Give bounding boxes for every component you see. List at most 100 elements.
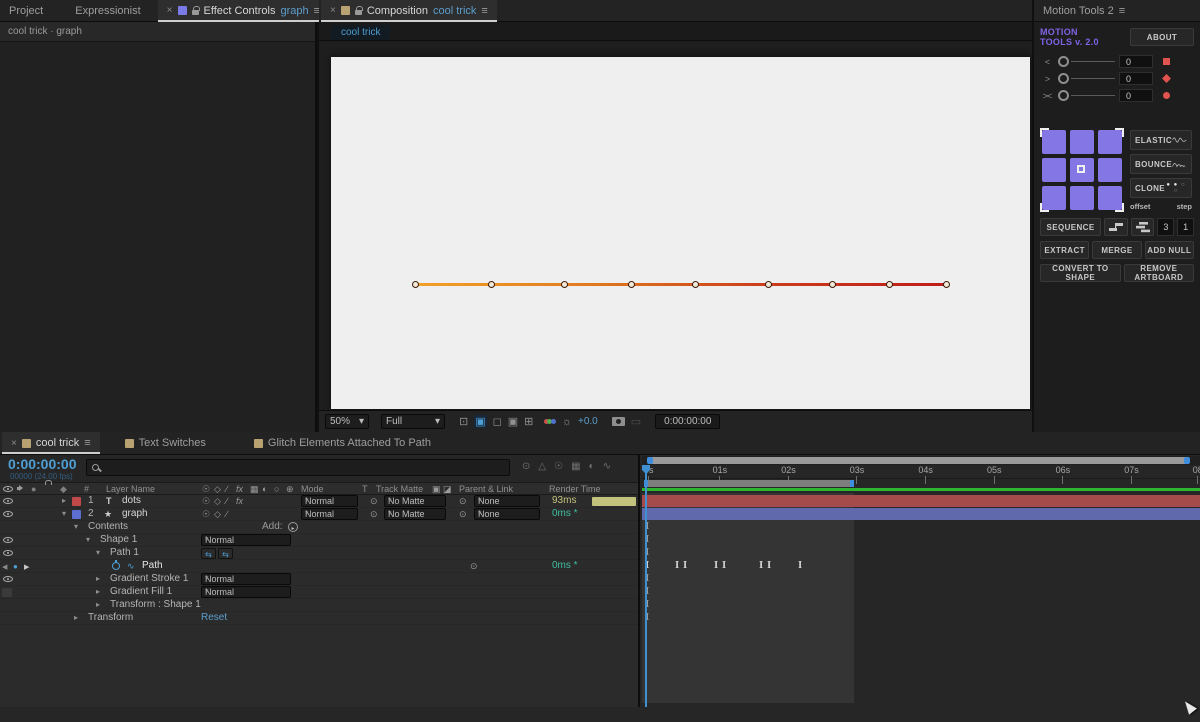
timeline-navigator[interactable] bbox=[642, 456, 1200, 465]
prop-row-transform[interactable]: ▸ Transform Reset bbox=[0, 612, 638, 625]
layer-name[interactable]: dots bbox=[122, 495, 141, 507]
prop-label[interactable]: Path 1 bbox=[110, 547, 139, 559]
path-vertex-dot[interactable] bbox=[412, 281, 419, 288]
parent-link-header[interactable]: Parent & Link bbox=[459, 484, 513, 494]
slider-knob[interactable] bbox=[1058, 56, 1069, 67]
diamond-indicator-icon[interactable] bbox=[1162, 74, 1171, 83]
path-vertex-dot[interactable] bbox=[943, 281, 950, 288]
twirl-icon[interactable]: ▸ bbox=[96, 586, 100, 598]
collapse-toggle[interactable]: ◇ bbox=[214, 495, 221, 507]
shy-toggle[interactable]: ☉ bbox=[202, 495, 210, 507]
prop-row-shape1[interactable]: ▾ Shape 1 Normal▾ bbox=[0, 534, 638, 547]
mini-flowchart-icon[interactable]: ⊙ bbox=[522, 461, 530, 472]
prop-label[interactable]: Contents bbox=[88, 521, 128, 533]
sequence-button[interactable]: SEQUENCE bbox=[1040, 218, 1101, 236]
snapshot-take-icon[interactable]: ⊡ bbox=[459, 415, 468, 428]
keyframe-icon[interactable]: I bbox=[722, 560, 726, 573]
tab-timeline-cool-trick[interactable]: × cool trick ≡ bbox=[2, 432, 100, 454]
layer-name-header[interactable]: Layer Name bbox=[106, 484, 155, 494]
slider-value-field[interactable]: 0 bbox=[1119, 55, 1153, 68]
twirl-icon[interactable]: ▸ bbox=[96, 599, 100, 611]
exposure-icon[interactable]: ☼ bbox=[562, 416, 572, 428]
shy-toggle[interactable]: ☉ bbox=[202, 508, 210, 520]
panel-menu-icon[interactable]: ≡ bbox=[481, 5, 487, 17]
prop-label[interactable]: Path bbox=[142, 560, 163, 572]
tab-project[interactable]: Project bbox=[0, 0, 52, 22]
snapshot-camera-icon[interactable] bbox=[612, 417, 625, 426]
offset-label[interactable]: offset bbox=[1130, 202, 1150, 211]
fx-toggle[interactable]: fx bbox=[236, 495, 243, 507]
anchor-grid-cell[interactable] bbox=[1042, 186, 1066, 210]
work-area-bar[interactable] bbox=[644, 480, 854, 487]
quality-toggle[interactable]: ∕ bbox=[226, 508, 228, 520]
prop-label[interactable]: Gradient Stroke 1 bbox=[110, 573, 188, 585]
resolution-select[interactable]: Full ▾ bbox=[381, 414, 445, 429]
current-timecode[interactable]: 0:00:00:00 bbox=[0, 457, 77, 472]
prop-row-path1[interactable]: ▾ Path 1 ⇆ ⇆ bbox=[0, 547, 638, 560]
parent-select[interactable]: None▾ bbox=[474, 495, 540, 507]
close-icon[interactable]: × bbox=[167, 5, 173, 16]
anchor-grid-cell[interactable] bbox=[1042, 130, 1066, 154]
pickwhip-icon[interactable]: ⊙ bbox=[370, 508, 378, 520]
channel-icon[interactable] bbox=[545, 419, 556, 424]
track-matte-select[interactable]: No Matte▾ bbox=[384, 508, 446, 520]
toggle-placeholder[interactable] bbox=[2, 588, 12, 597]
prop-row-gradient-fill[interactable]: ▸ Gradient Fill 1 Normal▾ bbox=[0, 586, 638, 599]
merge-button[interactable]: MERGE bbox=[1092, 241, 1141, 259]
clone-button[interactable]: CLONE ● ● ○ ○ bbox=[1130, 178, 1192, 198]
region-of-interest-icon[interactable]: ▣ bbox=[474, 415, 486, 428]
graph-editor-icon[interactable]: ∿ bbox=[603, 461, 611, 472]
anchor-grid-cell[interactable] bbox=[1098, 186, 1122, 210]
extract-button[interactable]: EXTRACT bbox=[1040, 241, 1089, 259]
path-vertex-dot[interactable] bbox=[829, 281, 836, 288]
keyframe-icon[interactable]: I bbox=[683, 560, 687, 573]
keyframe-icon[interactable]: I bbox=[798, 560, 802, 573]
track-matte-select[interactable]: No Matte▾ bbox=[384, 495, 446, 507]
path-vertex-dot[interactable] bbox=[692, 281, 699, 288]
prop-label[interactable]: Transform : Shape 1 bbox=[110, 599, 201, 611]
step-label[interactable]: step bbox=[1177, 202, 1192, 211]
path-vertex-dot[interactable] bbox=[886, 281, 893, 288]
anchor-grid-cell[interactable] bbox=[1070, 186, 1094, 210]
keyframe-icon[interactable]: I bbox=[759, 560, 763, 573]
label-color-swatch[interactable] bbox=[72, 497, 81, 506]
pickwhip-icon[interactable]: ⊙ bbox=[459, 495, 467, 507]
keyframe-icon[interactable]: I bbox=[714, 560, 718, 573]
twirl-icon[interactable]: ▾ bbox=[96, 547, 100, 559]
sequence-count-field[interactable]: 3 bbox=[1157, 218, 1174, 236]
slider-knob[interactable] bbox=[1058, 73, 1069, 84]
anchor-grid-cell[interactable] bbox=[1042, 158, 1066, 182]
label-color-swatch[interactable] bbox=[72, 510, 81, 519]
anchor-grid-cell[interactable] bbox=[1070, 158, 1094, 182]
twirl-icon[interactable]: ▾ bbox=[86, 534, 90, 546]
zoom-select[interactable]: 50% ▾ bbox=[325, 414, 369, 429]
transparency-grid-icon[interactable]: ◻ bbox=[493, 415, 502, 428]
twirl-icon[interactable]: ▸ bbox=[62, 495, 66, 507]
show-snapshot-icon[interactable]: ▭ bbox=[631, 415, 641, 428]
twirl-icon[interactable]: ▾ bbox=[62, 508, 66, 520]
layer-row-dots[interactable]: ▸ 1 T dots ☉ ◇ ∕ fx Normal▾ ⊙ No Matte▾ … bbox=[0, 495, 638, 508]
lock-icon[interactable] bbox=[355, 10, 362, 15]
slider-value-field[interactable]: 0 bbox=[1119, 89, 1153, 102]
square-indicator-icon[interactable] bbox=[1163, 58, 1170, 65]
lock-icon[interactable] bbox=[192, 10, 199, 15]
pixel-aspect-icon[interactable]: ⊞ bbox=[524, 415, 533, 428]
twirl-icon[interactable]: ▾ bbox=[74, 521, 78, 533]
navigator-handle-right[interactable] bbox=[1184, 457, 1190, 464]
close-icon[interactable]: × bbox=[330, 5, 336, 16]
path-direction-icon[interactable]: ⇆ bbox=[201, 548, 216, 559]
blend-mode-select[interactable]: Normal▾ bbox=[201, 573, 291, 585]
add-null-button[interactable]: ADD NULL bbox=[1145, 241, 1194, 259]
tab-composition[interactable]: × Composition cool trick ≡ bbox=[321, 0, 497, 22]
circle-indicator-icon[interactable] bbox=[1163, 92, 1170, 99]
keyframe-active-dot[interactable]: ● bbox=[13, 561, 18, 573]
panel-menu-icon[interactable]: ≡ bbox=[84, 437, 90, 449]
reset-link[interactable]: Reset bbox=[201, 612, 227, 624]
path-vertex-dot[interactable] bbox=[628, 281, 635, 288]
bounce-button[interactable]: BOUNCE bbox=[1130, 154, 1192, 174]
collapse-toggle[interactable]: ◇ bbox=[214, 508, 221, 520]
work-area-end-handle[interactable] bbox=[850, 480, 854, 487]
prop-row-gradient-stroke[interactable]: ▸ Gradient Stroke 1 Normal▾ bbox=[0, 573, 638, 586]
timeline-search-input[interactable] bbox=[86, 459, 510, 476]
parent-select[interactable]: None▾ bbox=[474, 508, 540, 520]
